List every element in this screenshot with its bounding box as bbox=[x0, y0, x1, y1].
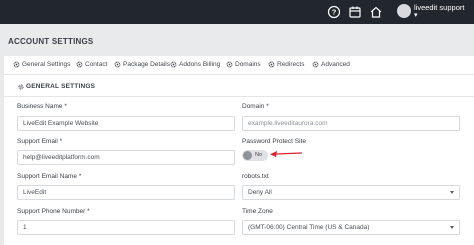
tab-package-details[interactable]: Package Details bbox=[114, 61, 170, 68]
home-icon[interactable] bbox=[369, 5, 383, 19]
tab-label: Redirects bbox=[277, 61, 305, 68]
password-protect-toggle[interactable]: No bbox=[242, 150, 268, 161]
business-name-input[interactable]: LiveEdit Example Website bbox=[17, 116, 235, 131]
support-email-label: Support Email * bbox=[17, 138, 63, 145]
help-icon[interactable]: ? bbox=[327, 5, 341, 19]
annotation-arrow-icon bbox=[270, 151, 303, 157]
settings-tabs: General Settings Contact Package Details… bbox=[4, 56, 474, 75]
gear-icon bbox=[76, 61, 83, 68]
domain-label: Domain * bbox=[242, 103, 269, 110]
svg-text:?: ? bbox=[332, 8, 337, 17]
support-email-input[interactable]: help@liveeditplatform.com bbox=[17, 150, 235, 165]
gear-icon bbox=[114, 61, 121, 68]
support-phone-input[interactable]: 1 bbox=[17, 220, 235, 235]
chevron-down-icon[interactable]: ▾ bbox=[414, 12, 418, 20]
robots-select[interactable]: Deny All bbox=[242, 185, 460, 200]
gear-icon bbox=[268, 61, 275, 68]
support-email-name-label: Support Email Name * bbox=[17, 173, 82, 180]
support-phone-label: Support Phone Number * bbox=[17, 208, 90, 215]
gear-icon bbox=[13, 61, 20, 68]
tab-label: Contact bbox=[85, 61, 108, 68]
settings-panel: General Settings Contact Package Details… bbox=[4, 56, 474, 245]
time-zone-select[interactable]: (GMT-06:00) Central Time (US & Canada) bbox=[242, 220, 460, 235]
tab-domains[interactable]: Domains bbox=[226, 61, 261, 68]
top-bar: ? liveedit support ▾ bbox=[0, 0, 474, 24]
robots-label: robots.txt bbox=[242, 173, 269, 180]
domain-input[interactable]: example.liveeditaurora.com bbox=[242, 116, 460, 131]
section-heading: GENERAL SETTINGS bbox=[18, 83, 95, 90]
user-name[interactable]: liveedit support bbox=[414, 3, 464, 12]
time-zone-label: Time Zone bbox=[242, 208, 273, 215]
calendar-icon[interactable] bbox=[348, 5, 362, 19]
gear-icon bbox=[226, 61, 233, 68]
gear-icon bbox=[18, 83, 24, 90]
tab-label: Addons Billing bbox=[179, 61, 221, 68]
section-divider bbox=[4, 96, 474, 97]
tab-label: Advanced bbox=[321, 61, 350, 68]
tab-label: General Settings bbox=[22, 61, 71, 68]
page-title: ACCOUNT SETTINGS bbox=[8, 37, 94, 46]
gear-icon bbox=[170, 61, 177, 68]
tab-label: Domains bbox=[235, 61, 261, 68]
toggle-knob bbox=[243, 151, 252, 160]
tab-redirects[interactable]: Redirects bbox=[268, 61, 304, 68]
tab-general-settings[interactable]: General Settings bbox=[13, 61, 70, 68]
tab-advanced[interactable]: Advanced bbox=[312, 61, 350, 68]
avatar[interactable] bbox=[397, 4, 411, 18]
gear-icon bbox=[312, 61, 319, 68]
tab-contact[interactable]: Contact bbox=[76, 61, 107, 68]
tab-label: Package Details bbox=[123, 61, 170, 68]
support-email-name-input[interactable]: LiveEdit bbox=[17, 185, 235, 200]
section-title: GENERAL SETTINGS bbox=[26, 83, 96, 90]
business-name-label: Business Name * bbox=[17, 103, 67, 110]
toggle-state-text: No bbox=[255, 152, 263, 158]
tab-addons-billing[interactable]: Addons Billing bbox=[170, 61, 220, 68]
password-protect-label: Password Protect Site bbox=[242, 138, 306, 145]
